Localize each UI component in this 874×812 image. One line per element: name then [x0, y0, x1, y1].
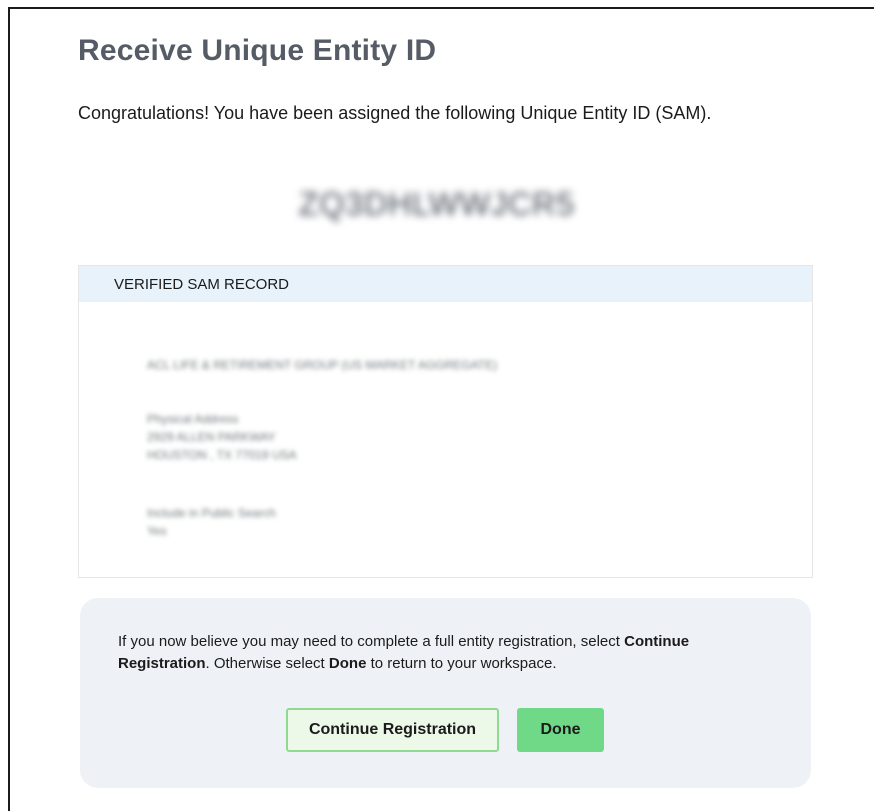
public-search-value: Yes: [147, 524, 167, 538]
continue-registration-button[interactable]: Continue Registration: [286, 708, 499, 752]
page-title: Receive Unique Entity ID: [78, 34, 437, 67]
done-button[interactable]: Done: [517, 708, 604, 752]
notice-text-part1: If you now believe you may need to compl…: [118, 633, 625, 650]
record-header: VERIFIED SAM RECORD: [79, 266, 812, 302]
notice-box: If you now believe you may need to compl…: [80, 598, 811, 788]
address-line-1: 2929 ALLEN PARKWAY: [147, 430, 276, 444]
public-search-label: Include in Public Search: [147, 506, 276, 520]
notice-done-emphasis: Done: [328, 655, 367, 672]
notice-text-part2: . Otherwise select: [205, 655, 329, 672]
address-line-2: HOUSTON , TX 77019 USA: [147, 448, 297, 462]
verified-sam-record-card: VERIFIED SAM RECORD ACL LIFE & RETIREMEN…: [78, 265, 813, 578]
notice-text-part3: to return to your workspace.: [366, 655, 557, 672]
intro-text: Congratulations! You have been assigned …: [78, 103, 712, 123]
unique-entity-id-value: ZQ3DHLWWJCR5: [298, 186, 576, 222]
entity-name: ACL LIFE & RETIREMENT GROUP (US MARKET A…: [147, 358, 498, 372]
notice-text: If you now believe you may need to compl…: [118, 631, 758, 675]
physical-address-label: Physical Address: [147, 412, 239, 426]
